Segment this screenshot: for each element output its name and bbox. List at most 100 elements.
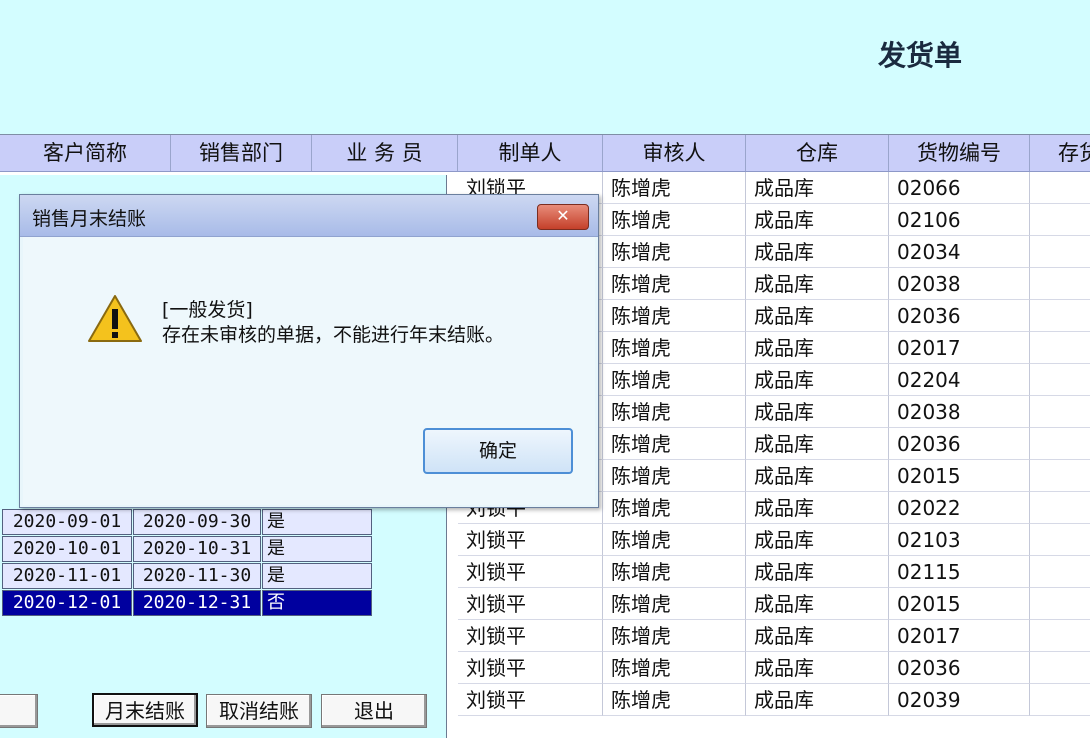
month-cell-end: 2020-12-31 — [133, 590, 261, 616]
month-cell-closed: 是 — [262, 563, 372, 589]
cell-warehouse: 成品库 — [746, 620, 889, 652]
table-row[interactable]: 刘锁平陈增虎成品库02015 — [458, 588, 1090, 620]
cell-code: 02106 — [889, 204, 1030, 236]
table-row[interactable]: 刘锁平 陈增虎 成品库 02039 — [458, 684, 1090, 716]
cell-stock — [1030, 332, 1090, 364]
month-cell-closed: 是 — [262, 509, 372, 535]
cell-stock — [1030, 588, 1090, 620]
month-cell-start: 2020-09-01 — [2, 509, 132, 535]
table-row[interactable]: 刘锁平 陈增虎 成品库 02115 — [458, 556, 1090, 588]
cell-code: 02038 — [889, 268, 1030, 300]
month-cell-start: 2020-12-01 — [2, 590, 132, 616]
month-cell-end: 2020-11-30 — [133, 563, 261, 589]
cell-warehouse: 成品库 — [746, 268, 889, 300]
cell-auditor: 陈增虎 — [603, 588, 746, 620]
page-title: 发货单 — [878, 39, 963, 72]
cell-stock — [1030, 652, 1090, 684]
ok-button[interactable]: 确定 — [423, 428, 573, 474]
cell-code: 02115 — [889, 556, 1030, 588]
cell-code: 02103 — [889, 524, 1030, 556]
cell-stock — [1030, 556, 1090, 588]
cell-auditor: 陈增虎 — [603, 428, 746, 460]
col-header-creator[interactable]: 制单人 — [458, 135, 603, 171]
cell-code: 02017 — [889, 332, 1030, 364]
cell-auditor: 陈增虎 — [603, 652, 746, 684]
cell-stock — [1030, 300, 1090, 332]
cell-auditor: 陈增虎 — [603, 172, 746, 204]
cell-auditor: 陈增虎 — [603, 620, 746, 652]
close-button[interactable]: ✕ — [537, 204, 589, 230]
cell-stock — [1030, 364, 1090, 396]
cell-auditor: 陈增虎 — [603, 268, 746, 300]
cell-stock — [1030, 204, 1090, 236]
month-close-button[interactable]: 月末结账 — [92, 693, 198, 727]
cell-code: 02036 — [889, 652, 1030, 684]
cell-stock — [1030, 460, 1090, 492]
cell-creator: 刘锁平 — [458, 556, 603, 588]
col-header-auditor[interactable]: 审核人 — [603, 135, 746, 171]
cell-code: 02015 — [889, 460, 1030, 492]
dialog-titlebar[interactable]: 销售月末结账 ✕ — [20, 195, 598, 237]
cell-auditor: 陈增虎 — [603, 332, 746, 364]
cell-stock — [1030, 524, 1090, 556]
cell-stock — [1030, 620, 1090, 652]
cell-stock — [1030, 172, 1090, 204]
cell-code: 02015 — [889, 588, 1030, 620]
cell-code: 02039 — [889, 684, 1030, 716]
dialog-message-text: 存在未审核的单据，不能进行年末结账。 — [162, 324, 505, 346]
cell-stock — [1030, 428, 1090, 460]
cell-warehouse: 成品库 — [746, 332, 889, 364]
cell-creator: 刘锁平 — [458, 620, 603, 652]
col-header-department[interactable]: 销售部门 — [171, 135, 312, 171]
cell-warehouse: 成品库 — [746, 492, 889, 524]
month-cell-end: 2020-09-30 — [133, 509, 261, 535]
cell-stock — [1030, 236, 1090, 268]
col-header-code[interactable]: 货物编号 — [889, 135, 1030, 171]
cell-creator: 刘锁平 — [458, 652, 603, 684]
col-header-warehouse[interactable]: 仓库 — [746, 135, 889, 171]
month-cell-end: 2020-10-31 — [133, 536, 261, 562]
col-header-salesperson[interactable]: 业 务 员 — [312, 135, 458, 171]
grid-header: 客户简称 销售部门 业 务 员 制单人 审核人 仓库 货物编号 存货 — [0, 135, 1090, 172]
cell-warehouse: 成品库 — [746, 172, 889, 204]
cell-auditor: 陈增虎 — [603, 684, 746, 716]
cell-code: 02036 — [889, 300, 1030, 332]
cell-warehouse: 成品库 — [746, 428, 889, 460]
cell-code: 02017 — [889, 620, 1030, 652]
cell-warehouse: 成品库 — [746, 300, 889, 332]
table-row[interactable]: 刘锁平 陈增虎 成品库 02103 — [458, 524, 1090, 556]
cell-warehouse: 成品库 — [746, 396, 889, 428]
partial-button[interactable] — [0, 694, 38, 728]
col-header-stock[interactable]: 存货 — [1030, 135, 1090, 171]
cell-warehouse: 成品库 — [746, 236, 889, 268]
month-cell-closed: 是 — [262, 536, 372, 562]
month-cell-closed: 否 — [262, 590, 372, 616]
cell-code: 02066 — [889, 172, 1030, 204]
table-row[interactable]: 刘锁平陈增虎成品库02017 — [458, 620, 1090, 652]
month-cell-start: 2020-10-01 — [2, 536, 132, 562]
cell-auditor: 陈增虎 — [603, 396, 746, 428]
dialog-title: 销售月末结账 — [32, 208, 147, 230]
cell-creator: 刘锁平 — [458, 524, 603, 556]
cell-code: 02204 — [889, 364, 1030, 396]
cell-stock — [1030, 492, 1090, 524]
cell-auditor: 陈增虎 — [603, 300, 746, 332]
cell-warehouse: 成品库 — [746, 204, 889, 236]
cell-warehouse: 成品库 — [746, 556, 889, 588]
cell-warehouse: 成品库 — [746, 684, 889, 716]
cell-auditor: 陈增虎 — [603, 460, 746, 492]
cell-stock — [1030, 684, 1090, 716]
cell-warehouse: 成品库 — [746, 524, 889, 556]
cell-warehouse: 成品库 — [746, 460, 889, 492]
table-row[interactable]: 刘锁平陈增虎成品库02036 — [458, 652, 1090, 684]
cancel-close-button[interactable]: 取消结账 — [206, 694, 312, 728]
cell-code: 02034 — [889, 236, 1030, 268]
exit-button[interactable]: 退出 — [321, 694, 427, 728]
warning-icon — [86, 293, 144, 349]
cell-code: 02038 — [889, 396, 1030, 428]
col-header-customer[interactable]: 客户简称 — [0, 135, 171, 171]
cell-creator: 刘锁平 — [458, 588, 603, 620]
cell-auditor: 陈增虎 — [603, 524, 746, 556]
cell-code: 02036 — [889, 428, 1030, 460]
month-cell-start: 2020-11-01 — [2, 563, 132, 589]
